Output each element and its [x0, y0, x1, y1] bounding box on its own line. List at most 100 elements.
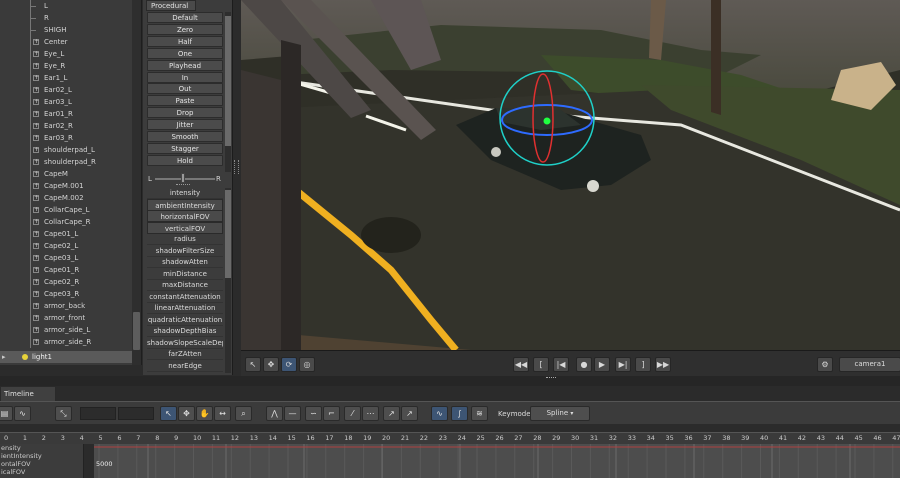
procedural-button-zero[interactable]: Zero	[147, 23, 223, 35]
panel-divider[interactable]	[0, 376, 900, 386]
expand-plus-icon[interactable]: +	[33, 171, 39, 177]
tangent-unify-button[interactable]: ↗	[383, 406, 400, 421]
curve-smooth-button[interactable]: ∿	[431, 406, 448, 421]
attribute-item[interactable]: quadraticAttenuation	[147, 314, 223, 326]
tangent-spline-button[interactable]: ∽	[305, 406, 322, 421]
procedural-button-playhead[interactable]: Playhead	[147, 59, 223, 71]
expand-plus-icon[interactable]: +	[33, 327, 39, 333]
tree-item[interactable]: + armor_back	[0, 300, 132, 312]
step-back-button[interactable]: |◀	[553, 357, 569, 372]
attribute-item[interactable]: horizontalFOV	[147, 210, 223, 222]
tree-item[interactable]: + Cape03_R	[0, 288, 132, 300]
weight-slider[interactable]	[155, 178, 215, 180]
tree-item[interactable]: + CollarCape_R	[0, 216, 132, 228]
procedural-button-one[interactable]: One	[147, 47, 223, 59]
tree-item[interactable]: + armor_side_L	[0, 324, 132, 336]
attribute-item[interactable]: linearAttenuation	[147, 302, 223, 314]
attribute-item[interactable]: constantAttenuation	[147, 291, 223, 303]
expand-plus-icon[interactable]: +	[33, 303, 39, 309]
keymode-dropdown[interactable]: Spline ▾	[530, 406, 590, 421]
expand-plus-icon[interactable]: +	[33, 51, 39, 57]
zoom-button[interactable]: ⌕	[235, 406, 252, 421]
timeline-ruler[interactable]: 0 1 2 3 4 5 6 7 8 9 10 11 12 13 14 15 16 17 18 19 20 21 22 23 24…	[0, 432, 900, 444]
procedural-button-paste[interactable]: Paste	[147, 95, 223, 107]
move-key-button[interactable]: ✥	[178, 406, 195, 421]
attribute-item[interactable]: shadowFilterSize	[147, 245, 223, 257]
attribute-item[interactable]: shadowSlopeScaleDepthBias	[147, 337, 223, 349]
curve-ease-button[interactable]: ∫	[451, 406, 468, 421]
tree-scrollbar[interactable]	[132, 0, 141, 365]
rotate-tool-button[interactable]: ⟳	[281, 357, 297, 372]
tab-timeline[interactable]: Timeline	[0, 386, 56, 401]
tangent-linear-button[interactable]: ⁄	[344, 406, 361, 421]
rewind-button[interactable]: ◀◀	[513, 357, 529, 372]
divider-grip[interactable]	[546, 377, 556, 379]
expand-plus-icon[interactable]: +	[33, 87, 39, 93]
expand-plus-icon[interactable]: +	[33, 147, 39, 153]
tree-item[interactable]: + shoulderpad_R	[0, 156, 132, 168]
splitter-handle[interactable]	[176, 184, 190, 186]
3d-viewport[interactable]	[241, 0, 900, 350]
attribute-item[interactable]: shadowDepthBias	[147, 325, 223, 337]
expand-plus-icon[interactable]: +	[33, 339, 39, 345]
expand-plus-icon[interactable]: +	[33, 279, 39, 285]
expand-plus-icon[interactable]: +	[33, 63, 39, 69]
camera-settings-button[interactable]: ⚙	[817, 357, 833, 372]
expand-plus-icon[interactable]: +	[33, 267, 39, 273]
expand-plus-icon[interactable]: +	[33, 255, 39, 261]
procedural-button-hold[interactable]: Hold	[147, 154, 223, 166]
scrollbar-thumb[interactable]	[225, 16, 231, 146]
channel-item[interactable]: ensity	[0, 444, 83, 452]
attribute-item[interactable]: verticalFOV	[147, 221, 223, 234]
tree-item[interactable]: + Ear03_R	[0, 132, 132, 144]
tree-item[interactable]: + Cape01_R	[0, 264, 132, 276]
expand-plus-icon[interactable]: +	[33, 99, 39, 105]
channel-item[interactable]: ontalFOV	[0, 460, 83, 468]
tree-item[interactable]: + Cape01_L	[0, 228, 132, 240]
curve-noise-button[interactable]: ≋	[471, 406, 488, 421]
view-mode-button[interactable]: ▤	[0, 406, 13, 421]
expand-plus-icon[interactable]: +	[33, 159, 39, 165]
panel-splitter[interactable]	[234, 160, 239, 174]
tree-item[interactable]: + CollarCape_L	[0, 204, 132, 216]
move-tool-button[interactable]: ✥	[263, 357, 279, 372]
tree-item[interactable]: + CapeM.001	[0, 180, 132, 192]
tree-item[interactable]: + Ear03_L	[0, 96, 132, 108]
tree-item[interactable]: + Ear02_R	[0, 120, 132, 132]
tree-item[interactable]: + CapeM	[0, 168, 132, 180]
attribute-item[interactable]: shadowAtten	[147, 256, 223, 268]
attribute-item[interactable]: nearEdge	[147, 360, 223, 372]
procedural-button-stagger[interactable]: Stagger	[147, 142, 223, 154]
tree-item[interactable]: + Cape03_L	[0, 252, 132, 264]
tree-item[interactable]: + Center	[0, 36, 132, 48]
select-tool-button[interactable]: ↖	[245, 357, 261, 372]
tree-item[interactable]: + Cape02_R	[0, 276, 132, 288]
tree-item[interactable]: L	[0, 0, 132, 12]
procedural-button-half[interactable]: Half	[147, 35, 223, 47]
tangent-auto-button[interactable]: ⋀	[266, 406, 283, 421]
slider-handle[interactable]	[181, 173, 185, 183]
select-key-button[interactable]: ↖	[160, 406, 177, 421]
expand-plus-icon[interactable]: +	[33, 243, 39, 249]
tree-item[interactable]: + Cape02_L	[0, 240, 132, 252]
tree-item[interactable]: + armor_front	[0, 312, 132, 324]
attribute-item[interactable]: intensity	[147, 187, 223, 199]
tangent-flat-button[interactable]: —	[284, 406, 301, 421]
tree-item[interactable]: + Ear1_L	[0, 72, 132, 84]
scale-button[interactable]: ↔	[214, 406, 231, 421]
attribute-item[interactable]: ambientIntensity	[147, 198, 223, 211]
expand-plus-icon[interactable]: +	[33, 135, 39, 141]
expand-plus-icon[interactable]: +	[33, 183, 39, 189]
tree-item[interactable]: + Ear01_R	[0, 108, 132, 120]
expand-plus-icon[interactable]: +	[33, 231, 39, 237]
attributes-scrollbar[interactable]	[225, 188, 231, 373]
tree-item[interactable]: + Eye_R	[0, 60, 132, 72]
attribute-item[interactable]: radius	[147, 233, 223, 245]
expand-plus-icon[interactable]: +	[33, 207, 39, 213]
scrollbar-thumb[interactable]	[133, 312, 140, 350]
attribute-item[interactable]: maxDistance	[147, 279, 223, 291]
tree-item[interactable]: + armor_side_R	[0, 336, 132, 348]
scrollbar-thumb[interactable]	[225, 190, 231, 278]
tangent-break-button[interactable]: ⋯	[362, 406, 379, 421]
key-tool-button[interactable]: ⤡	[55, 406, 72, 421]
